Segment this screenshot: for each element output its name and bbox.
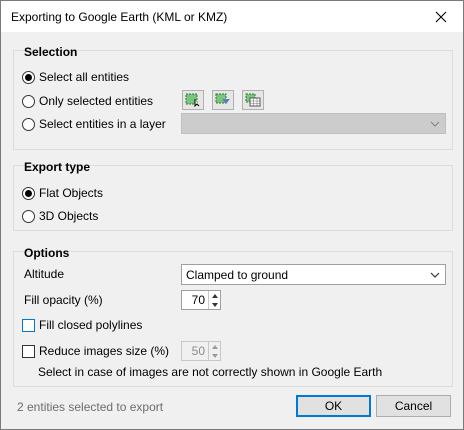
fill-opacity-label: Fill opacity (%) (24, 293, 103, 307)
fill-closed-label: Fill closed polylines (39, 318, 143, 332)
selection-title: Selection (24, 45, 78, 59)
radio-button[interactable] (22, 117, 35, 131)
status-text: 2 entities selected to export (17, 400, 164, 414)
fill-opacity-stepper[interactable]: 70 (181, 290, 221, 310)
radio-3d-objects[interactable]: 3D Objects (22, 209, 98, 223)
radio-label: Select all entities (39, 70, 130, 84)
reduce-images-value[interactable]: 50 (182, 344, 208, 358)
window-title: Exporting to Google Earth (KML or KMZ) (11, 10, 228, 24)
radio-label: Only selected entities (39, 94, 154, 108)
reduce-images-label: Reduce images size (%) (39, 344, 170, 358)
radio-select-layer[interactable]: Select entities in a layer (22, 117, 166, 131)
fill-opacity-value[interactable]: 70 (182, 293, 208, 307)
fill-closed-checkbox[interactable] (22, 318, 35, 332)
cancel-button[interactable]: Cancel (376, 395, 451, 417)
export-type-title: Export type (24, 160, 91, 174)
stepper-down-icon[interactable] (209, 351, 220, 360)
close-button[interactable] (419, 1, 463, 32)
radio-only-selected[interactable]: Only selected entities (22, 94, 153, 108)
reduce-images-hint: Select in case of images are not correct… (38, 365, 383, 379)
layer-dropdown[interactable] (181, 113, 446, 134)
chevron-down-icon (430, 272, 440, 278)
title-bar: Exporting to Google Earth (KML or KMZ) (1, 1, 463, 32)
stepper-up-icon[interactable] (209, 291, 220, 300)
radio-button[interactable] (22, 209, 35, 223)
select-entities-button[interactable] (182, 90, 204, 110)
radio-button[interactable] (22, 70, 35, 84)
radio-label: Flat Objects (39, 186, 104, 200)
chevron-down-icon (430, 121, 440, 127)
radio-label: 3D Objects (39, 209, 99, 223)
radio-flat-objects[interactable]: Flat Objects (22, 186, 103, 200)
reduce-images-option[interactable]: Reduce images size (%) (22, 344, 169, 358)
radio-label: Select entities in a layer (39, 117, 166, 131)
filter-icon (215, 93, 230, 104)
stepper-up-icon[interactable] (209, 342, 220, 351)
stepper-arrows (208, 342, 220, 360)
table-selection-button[interactable] (242, 90, 264, 110)
fill-closed-polylines-option[interactable]: Fill closed polylines (22, 318, 142, 332)
ok-button[interactable]: OK (296, 395, 371, 417)
cancel-label: Cancel (394, 399, 433, 413)
stepper-arrows (208, 291, 220, 309)
stepper-down-icon[interactable] (209, 300, 220, 309)
radio-button[interactable] (22, 94, 35, 108)
altitude-dropdown[interactable]: Clamped to ground (181, 264, 446, 285)
select-entities-icon (185, 93, 200, 107)
ok-label: OK (324, 399, 343, 413)
altitude-label: Altitude (24, 267, 65, 281)
options-title: Options (24, 246, 70, 260)
table-icon (245, 93, 261, 107)
filter-selection-button[interactable] (212, 90, 234, 110)
radio-select-all[interactable]: Select all entities (22, 70, 129, 84)
close-icon (435, 11, 447, 22)
reduce-images-checkbox[interactable] (22, 344, 35, 358)
altitude-value: Clamped to ground (186, 267, 289, 282)
reduce-images-stepper[interactable]: 50 (181, 341, 221, 361)
radio-button[interactable] (22, 186, 35, 200)
export-dialog: Exporting to Google Earth (KML or KMZ) S… (0, 0, 464, 430)
